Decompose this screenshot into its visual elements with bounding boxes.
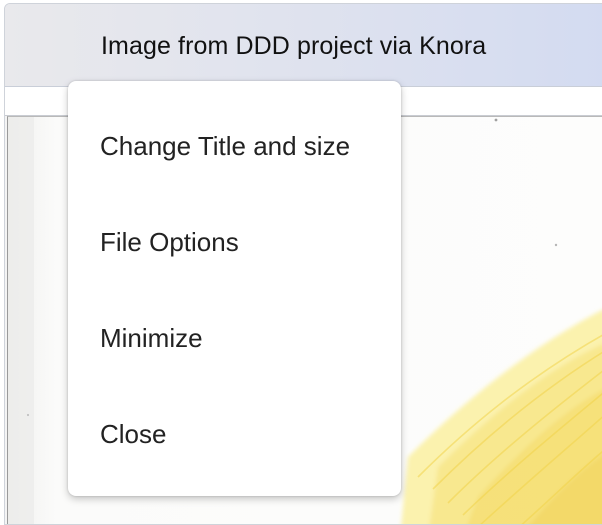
context-menu: Change Title and size File Options Minim…: [68, 81, 401, 496]
menu-item-change-title-and-size[interactable]: Change Title and size: [68, 110, 401, 182]
window-titlebar[interactable]: Image from DDD project via Knora: [5, 4, 602, 87]
menu-item-close[interactable]: Close: [68, 398, 401, 470]
window-title: Image from DDD project via Knora: [101, 32, 487, 60]
menu-item-file-options[interactable]: File Options: [68, 206, 401, 278]
menu-item-minimize[interactable]: Minimize: [68, 302, 401, 374]
